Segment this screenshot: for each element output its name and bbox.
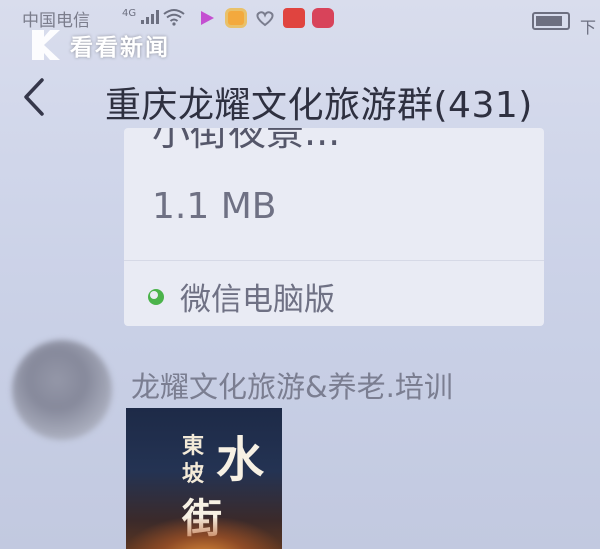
- group-title: 重庆龙耀文化旅游群(431): [105, 85, 533, 126]
- wechat-pc-icon: [148, 288, 164, 305]
- file-name: 小街夜景...: [152, 128, 341, 154]
- battery-icon: [532, 12, 570, 30]
- poster-char-po: 坡: [182, 461, 205, 487]
- signal-icon: 4G: [122, 8, 159, 24]
- card-divider: [124, 260, 544, 261]
- source-label: 微信电脑版: [180, 282, 335, 318]
- chat-screen: 中国电信 4G 下 看看新闻 重庆龙耀文化旅游群(431) 小街夜景... 1.…: [0, 0, 600, 549]
- watermark-text: 看看新闻: [70, 35, 170, 61]
- chat-header: 重庆龙耀文化旅游群(431): [0, 62, 600, 132]
- image-message[interactable]: 東 坡 水 街: [126, 408, 282, 549]
- avatar[interactable]: [12, 340, 112, 440]
- poster-glow: [126, 518, 282, 549]
- xiaohongshu-app-icon: [283, 8, 305, 28]
- file-size: 1.1 MB: [152, 186, 277, 227]
- watermark: 看看新闻: [28, 28, 170, 62]
- wifi-icon: [163, 9, 185, 26]
- back-button[interactable]: [14, 72, 54, 122]
- message-source: 微信电脑版: [146, 274, 335, 319]
- network-type-label: 4G: [122, 8, 137, 19]
- video-app-icon: [201, 11, 214, 25]
- file-message-card[interactable]: 小街夜景... 1.1 MB 微信电脑版: [124, 128, 544, 326]
- heart-app-icon: [256, 11, 274, 27]
- camera-app-icon: [312, 8, 334, 28]
- kankan-logo: [32, 30, 60, 60]
- photo-app-icon: [225, 8, 247, 28]
- notification-icons: [196, 8, 334, 28]
- sender-name: 龙耀文化旅游&养老.培训: [131, 370, 453, 404]
- poster-char-shui: 水: [216, 432, 265, 488]
- status-time: 下: [580, 18, 597, 37]
